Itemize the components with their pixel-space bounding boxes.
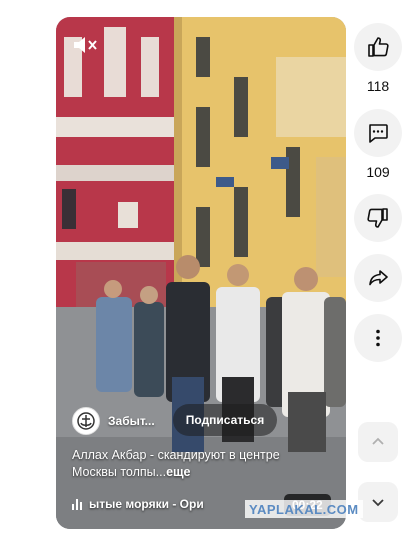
- previous-video-button[interactable]: [358, 422, 398, 462]
- video-player[interactable]: Забыт... Подписаться Аллах Акбар - сканд…: [56, 17, 346, 529]
- more-options-button[interactable]: [354, 314, 402, 362]
- site-watermark: YAPLAKAL.COM: [245, 500, 363, 518]
- channel-name[interactable]: Забыт...: [108, 414, 155, 428]
- subscribe-button[interactable]: Подписаться: [173, 404, 277, 436]
- share-button[interactable]: [354, 254, 402, 302]
- thumb-up-icon: [368, 37, 389, 57]
- more-vertical-icon: [376, 329, 380, 347]
- music-info[interactable]: ытые моряки - Ори: [72, 497, 204, 511]
- next-video-button[interactable]: [358, 482, 398, 522]
- like-button[interactable]: [354, 23, 402, 71]
- comments-count: 109: [366, 164, 390, 180]
- equalizer-icon: [72, 498, 82, 510]
- video-description[interactable]: Аллах Акбар - скандируют в центре Москвы…: [72, 447, 282, 481]
- anchor-logo-icon: [77, 412, 95, 430]
- share-icon: [369, 270, 388, 286]
- comment-icon: [369, 124, 388, 143]
- dislike-button[interactable]: [354, 194, 402, 242]
- channel-avatar[interactable]: [72, 407, 100, 435]
- music-title: ытые моряки - Ори: [89, 497, 204, 511]
- like-count: 118: [366, 78, 390, 94]
- chevron-down-icon: [372, 499, 384, 507]
- channel-info[interactable]: Забыт...: [72, 407, 155, 435]
- comments-button[interactable]: [354, 109, 402, 157]
- shorts-player-page: Забыт... Подписаться Аллах Акбар - сканд…: [0, 0, 417, 538]
- more-link[interactable]: еще: [166, 465, 190, 479]
- thumb-down-icon: [367, 208, 388, 228]
- chevron-up-icon: [372, 437, 384, 445]
- volume-muted-icon[interactable]: [70, 31, 98, 59]
